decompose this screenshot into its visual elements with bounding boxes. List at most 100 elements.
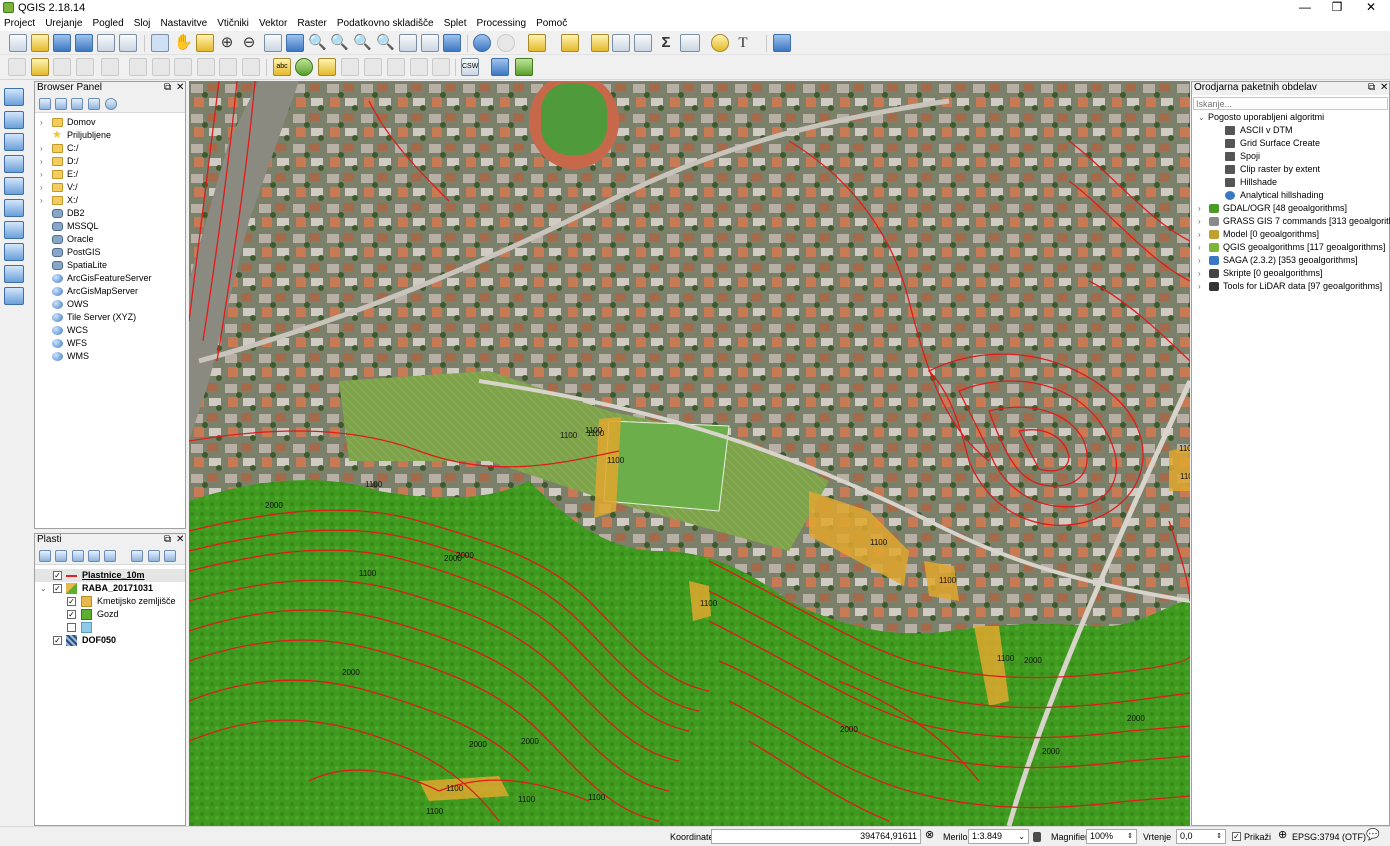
toggle-editing-pencil-icon[interactable] <box>31 58 49 76</box>
browser-item[interactable]: › X:/ <box>35 194 185 207</box>
add-wfs-icon[interactable] <box>4 243 24 261</box>
zoom-out-icon[interactable]: ⊖ <box>240 34 258 52</box>
show-bookmarks-icon[interactable] <box>421 34 439 52</box>
menu-settings[interactable]: Nastavitve <box>157 16 210 31</box>
field-calculator-icon[interactable] <box>634 34 652 52</box>
add-vector-layer-icon[interactable] <box>4 88 24 106</box>
algorithm-item[interactable]: Grid Surface Create <box>1192 137 1389 150</box>
move-feature-icon[interactable] <box>152 58 170 76</box>
close-panel-icon[interactable]: ✕ <box>1380 82 1388 94</box>
menu-web[interactable]: Splet <box>441 16 470 31</box>
browser-item[interactable]: DB2 <box>35 207 185 220</box>
identify-icon[interactable] <box>473 34 491 52</box>
csw-metasearch-icon[interactable]: CSW <box>461 58 479 76</box>
python-console-icon[interactable] <box>491 58 509 76</box>
minimize-button[interactable]: — <box>1288 0 1322 16</box>
provider-group[interactable]: › GDAL/OGR [48 geoalgorithms] <box>1192 202 1389 215</box>
save-project-icon[interactable] <box>53 34 71 52</box>
expand-arrow-icon[interactable]: ⌄ <box>40 582 47 595</box>
menu-processing[interactable]: Processing <box>474 16 529 31</box>
refresh-icon[interactable] <box>443 34 461 52</box>
browser-item[interactable]: Tile Server (XYZ) <box>35 311 185 324</box>
save-edits-icon[interactable] <box>53 58 71 76</box>
add-spatialite-icon[interactable] <box>4 155 24 173</box>
add-selected-icon[interactable] <box>39 98 51 110</box>
layer-visibility-checkbox[interactable]: ✓ <box>53 636 62 645</box>
algorithm-item[interactable]: Spoji <box>1192 150 1389 163</box>
maximize-button[interactable]: ❐ <box>1320 0 1354 16</box>
browser-item[interactable]: › Domov <box>35 116 185 129</box>
browser-item[interactable]: OWS <box>35 298 185 311</box>
zoom-to-layer-icon[interactable]: 🔍 <box>330 34 349 52</box>
class-visibility-checkbox[interactable]: ✓ <box>67 610 76 619</box>
browser-item[interactable]: › E:/ <box>35 168 185 181</box>
close-button[interactable]: ✕ <box>1354 0 1388 16</box>
menu-raster[interactable]: Raster <box>294 16 329 31</box>
crs-status[interactable]: EPSG:3794 (OTF) <box>1292 831 1366 843</box>
browser-item[interactable]: WFS <box>35 337 185 350</box>
add-raster-layer-icon[interactable] <box>4 111 24 129</box>
expand-arrow-icon[interactable]: › <box>1198 267 1201 280</box>
label-toolbar-abc-icon[interactable]: abc <box>273 58 291 76</box>
zoom-to-selection-icon[interactable]: 🔍 <box>308 34 327 52</box>
provider-group[interactable]: › SAGA (2.3.2) [353 geoalgorithms] <box>1192 254 1389 267</box>
provider-group[interactable]: › Model [0 geoalgorithms] <box>1192 228 1389 241</box>
magnifier-spinbox[interactable]: 100% ⇕ <box>1086 829 1137 844</box>
filter-legend-icon[interactable] <box>88 550 100 562</box>
manage-visibility-icon[interactable] <box>72 550 84 562</box>
select-features-icon[interactable] <box>528 34 546 52</box>
menu-vector[interactable]: Vektor <box>256 16 290 31</box>
browser-item[interactable]: WCS <box>35 324 185 337</box>
lock-scale-icon[interactable] <box>1033 832 1041 842</box>
action-icon[interactable] <box>497 34 515 52</box>
menu-database[interactable]: Podatkovno skladišče <box>334 16 437 31</box>
save-as-icon[interactable] <box>75 34 93 52</box>
browser-item[interactable]: ★ Priljubljene <box>35 129 185 142</box>
provider-group[interactable]: › QGIS geoalgorithms [117 geoalgorithms] <box>1192 241 1389 254</box>
float-panel-icon[interactable]: ⧉ <box>1368 82 1375 94</box>
algorithm-item[interactable]: ASCII v DTM <box>1192 124 1389 137</box>
add-group-icon[interactable] <box>55 550 67 562</box>
expand-arrow-icon[interactable]: › <box>40 155 43 168</box>
change-label-icon[interactable] <box>410 58 428 76</box>
show-hide-labels-icon[interactable] <box>341 58 359 76</box>
help-icon[interactable] <box>773 34 791 52</box>
label-properties-icon[interactable] <box>432 58 450 76</box>
layer-row[interactable]: ✓ DOF050 <box>35 634 185 647</box>
expand-arrow-icon[interactable]: › <box>40 168 43 181</box>
provider-group[interactable]: › Tools for LiDAR data [97 geoalgorithms] <box>1192 280 1389 293</box>
browser-item[interactable]: SpatiaLite <box>35 259 185 272</box>
measure-line-icon[interactable] <box>680 34 700 52</box>
pan-hand-icon[interactable]: ✋ <box>174 34 193 52</box>
attribute-table-icon[interactable] <box>612 34 630 52</box>
menu-edit[interactable]: Urejanje <box>42 16 85 31</box>
browser-item[interactable]: MSSQL <box>35 220 185 233</box>
processing-search-input[interactable] <box>1193 97 1388 110</box>
current-edits-icon[interactable] <box>8 58 26 76</box>
add-ring-icon[interactable] <box>101 58 119 76</box>
expand-arrow-icon[interactable]: › <box>1198 215 1201 228</box>
layer-row[interactable]: ✓ Plastnice_10m <box>35 569 185 582</box>
render-checkbox[interactable]: ✓ <box>1232 832 1241 841</box>
class-visibility-checkbox[interactable]: ✓ <box>67 597 76 606</box>
add-feature-icon[interactable] <box>76 58 94 76</box>
expand-arrow-icon[interactable]: › <box>1198 280 1201 293</box>
touch-zoom-pan-icon[interactable] <box>151 34 169 52</box>
layer-visibility-checkbox[interactable]: ✓ <box>53 584 62 593</box>
layer-group-row[interactable]: ⌄ ✓ RABA_20171031 <box>35 582 185 595</box>
float-panel-icon[interactable]: ⧉ <box>164 534 171 546</box>
new-project-icon[interactable] <box>9 34 27 52</box>
add-mssql-icon[interactable] <box>4 221 24 239</box>
browser-item[interactable]: PostGIS <box>35 246 185 259</box>
zoom-last-icon[interactable]: 🔍 <box>353 34 372 52</box>
remove-layer-icon[interactable] <box>164 550 176 562</box>
composer-manager-icon[interactable] <box>119 34 137 52</box>
select-by-value-icon[interactable] <box>561 34 579 52</box>
zoom-native-icon[interactable] <box>264 34 282 52</box>
expand-all-icon[interactable] <box>131 550 143 562</box>
layer-visibility-checkbox[interactable]: ✓ <box>53 571 62 580</box>
filter-by-expression-icon[interactable] <box>104 550 116 562</box>
move-label-icon[interactable] <box>364 58 382 76</box>
coordinate-field[interactable]: 394764,91611 <box>711 829 921 844</box>
float-panel-icon[interactable]: ⧉ <box>164 82 171 94</box>
